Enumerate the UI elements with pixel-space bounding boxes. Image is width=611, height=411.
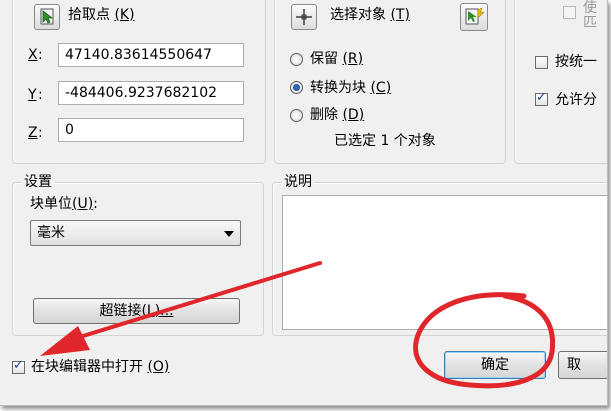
scale-uniformly-checkbox[interactable] (535, 56, 548, 69)
open-in-block-editor-label: 在块编辑器中打开 (O) (31, 359, 170, 375)
x-coordinate-input[interactable]: 47140.83614550647 (58, 43, 244, 67)
annotative-checkbox[interactable] (563, 6, 576, 19)
scale-uniformly-label: 按统一 (555, 54, 597, 70)
select-objects-button[interactable] (291, 4, 317, 30)
cancel-button[interactable]: 取 (558, 351, 607, 379)
pick-point-label: 拾取点 (K) (68, 7, 135, 23)
convert-to-block-label: 转换为块 (C) (310, 80, 392, 96)
block-unit-dropdown[interactable]: 毫米 (30, 220, 241, 246)
retain-label: 保留 (R) (310, 51, 364, 67)
x-label: X (28, 47, 38, 63)
retain-radio[interactable] (290, 53, 303, 66)
select-objects-label: 选择对象 (T) (330, 7, 410, 23)
pick-point-icon (40, 8, 54, 25)
z-label: Z (28, 125, 38, 141)
open-in-block-editor-checkbox[interactable] (12, 358, 25, 374)
selected-count-text: 已选定 1 个对象 (334, 133, 436, 149)
convert-to-block-radio[interactable] (290, 81, 303, 94)
hyperlink-button[interactable]: 超链接(L)... (33, 298, 240, 324)
y-coordinate-input[interactable]: -484406.9237682102 (58, 81, 244, 105)
quick-select-icon (465, 7, 485, 25)
delete-radio[interactable] (290, 109, 303, 122)
description-textarea[interactable] (282, 195, 607, 330)
allow-exploding-checkbox[interactable] (535, 90, 548, 106)
description-group-label: 说明 (282, 173, 314, 191)
y-label: Y (28, 87, 37, 103)
pick-point-button[interactable] (34, 4, 60, 30)
block-unit-label: 块单位(U): (30, 196, 98, 212)
quick-select-button[interactable] (460, 3, 488, 31)
chevron-down-icon (224, 231, 234, 237)
block-definition-dialog: 拾取点 (K) X : 47140.83614550647 Y : -48440… (0, 0, 608, 406)
z-coordinate-input[interactable]: 0 (58, 118, 244, 142)
settings-group-label: 设置 (22, 173, 54, 191)
allow-exploding-label: 允许分 (555, 92, 597, 108)
delete-label: 删除 (D) (310, 107, 365, 123)
crosshair-icon (296, 9, 312, 25)
match-orientation-label: 匹 (583, 15, 597, 31)
ok-button[interactable]: 确定 (444, 351, 546, 379)
